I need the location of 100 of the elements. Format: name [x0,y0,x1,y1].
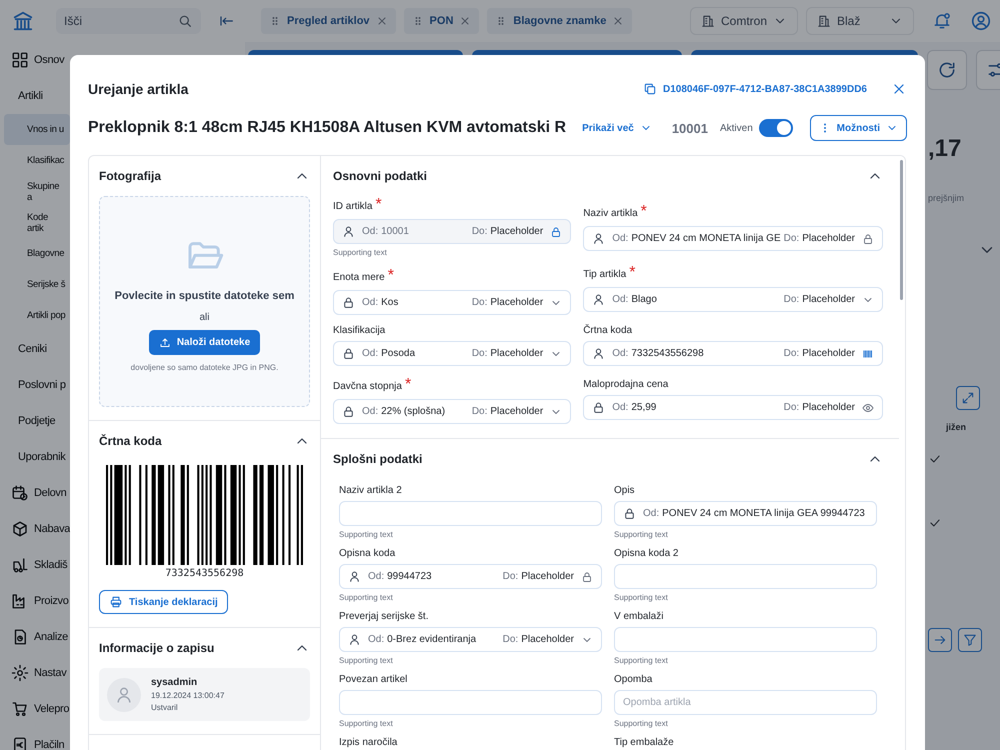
to-label: Do: [502,571,518,582]
tab[interactable]: PON [404,8,480,34]
nav-item[interactable]: Osnov [0,42,66,78]
range-field[interactable]: Od: Blago Do: Placeholder [583,287,883,312]
drop-zone[interactable]: Povlecite in spustite datoteke sem ali Naloži datoteke dovoljene so samo datoteke JPG in PNG. [99,196,310,407]
required-mark: * [404,376,412,394]
tab-label: Pregled artiklov [287,15,370,27]
range-field[interactable]: Od: 0-Brez evidentiranja Do: Placeholder [339,627,602,652]
range-field[interactable]: Od: 99944723 Do: Placeholder [339,564,602,589]
from-label: Od: [362,348,378,359]
supporting-text: Supporting text [333,248,388,257]
cart-icon [11,700,29,718]
close-icon [376,15,388,27]
range-field[interactable]: Od: 7332543556298 Do: Placeholder [583,341,883,366]
nav-item[interactable]: Delovn [0,475,66,511]
drop-text: Povlecite in spustite datoteke sem [114,290,294,302]
nav-item[interactable]: Skupine a [0,176,66,207]
upload-icon [158,336,171,348]
from-value: 0-Brez evidentiranja [387,634,476,645]
to-value: Placeholder [521,634,574,645]
nav-label: Osnov [34,54,64,66]
warehouse-dropdown[interactable]: Blaž [806,7,914,35]
search-icon [177,13,193,29]
range-field[interactable]: Od: PONEV 24 cm MONETA linija GEA 99944723 [614,501,877,526]
nav-item[interactable]: Artikli pop [0,300,66,331]
to-value: Placeholder [802,294,855,305]
guid-link[interactable]: D108046F-097F-4712-BA87-38C1A3899DD6 [642,82,867,96]
notifications-button[interactable] [932,11,952,31]
nav-label: Proizvo [34,595,69,607]
from-value: 10001 [381,226,409,237]
search-field[interactable]: Išči [56,8,201,34]
expand-button[interactable] [956,386,980,410]
nav-section[interactable]: Uporabnik [0,439,66,475]
options-button[interactable]: Možnosti [810,115,907,141]
nav-section[interactable]: Podjetje [0,403,66,439]
company-dropdown[interactable]: Comtron [690,7,798,35]
field-label: Maloprodajna cena [583,379,668,390]
nav-label: Analize [34,631,68,643]
range-field[interactable]: Od: Posoda Do: Placeholder [333,341,572,366]
nav-section[interactable]: Artikli [0,78,66,114]
column-header: jižen [946,422,966,432]
nav-item[interactable]: Blagovne [0,238,66,269]
tab[interactable]: Pregled artiklov [261,8,396,34]
show-more-button[interactable]: Prikaži več [582,122,652,134]
required-mark: * [629,264,636,282]
range-field[interactable]: Od: 22% (splošna) Do: Placeholder [333,399,572,424]
text-field[interactable]: Opomba artikla [614,690,877,715]
from-label: Od: [368,571,384,582]
field-label: ID artikla [333,201,372,212]
printer-icon [109,595,123,609]
section-title: Splošni podatki [333,452,422,466]
logo-icon[interactable] [12,10,34,32]
nav-section[interactable]: Ceniki [0,331,66,367]
close-icon [612,15,624,27]
field-label: Preverjaj serijske št. [339,611,428,622]
field-label: Opisna koda [339,548,396,559]
building-icon [817,14,831,28]
required-mark: * [375,196,382,214]
from-value: Kos [381,297,398,308]
field-label: Opis [614,485,635,496]
profile-button[interactable] [970,10,992,32]
box-icon [11,520,29,538]
from-value: 99944723 [387,571,432,582]
upload-button[interactable]: Naloži datoteke [148,330,260,355]
refresh-button[interactable] [927,50,967,90]
required-mark: * [388,267,394,285]
nav-item[interactable]: Proizvo [0,583,66,619]
nav-label: Velepro [34,703,70,715]
supporting-text: Supporting text [339,530,394,539]
nav-label: Plačiln [34,739,64,750]
to-value: Placeholder [490,348,544,359]
field-label: Izpis naročila [339,737,398,748]
nav-item[interactable]: Klasifikac [0,145,66,176]
nav-section[interactable]: Poslovni p [0,367,66,403]
range-field[interactable]: Od: Kos Do: Placeholder [333,290,572,315]
field-label: Klasifikacija [333,325,386,336]
nav-item[interactable]: Skladiš [0,547,66,583]
nav-item[interactable]: Vnos in u [4,114,70,145]
range-field[interactable]: Od: 25,99 Do: Placeholder [583,395,883,420]
from-value: 7332543556298 [631,348,704,359]
nav-item[interactable]: Kode artik [0,207,66,238]
filter-button[interactable] [958,628,982,652]
lock-icon [581,570,593,582]
active-toggle[interactable] [758,119,793,137]
next-button[interactable] [928,628,952,652]
text-field[interactable] [339,501,602,526]
nav-item[interactable]: Plačiln [0,727,66,750]
nav-item[interactable]: Analize [0,619,66,655]
tab-label: Blagovne znamke [513,15,606,27]
nav-item[interactable]: Nastav [0,655,66,691]
range-field[interactable]: Od: PONEV 24 cm MONETA linija GE Do: Placeholder [583,226,883,251]
to-label: Do: [472,226,488,237]
text-field[interactable] [614,627,877,652]
print-button[interactable]: Tiskanje deklaracij [99,590,228,614]
text-field[interactable] [614,564,877,589]
text-field[interactable] [339,690,602,715]
from-value: Blago [631,294,657,305]
to-label: Do: [472,406,488,417]
tab[interactable]: Blagovne znamke [487,8,632,34]
nav-item[interactable]: Serijske š [0,269,66,300]
